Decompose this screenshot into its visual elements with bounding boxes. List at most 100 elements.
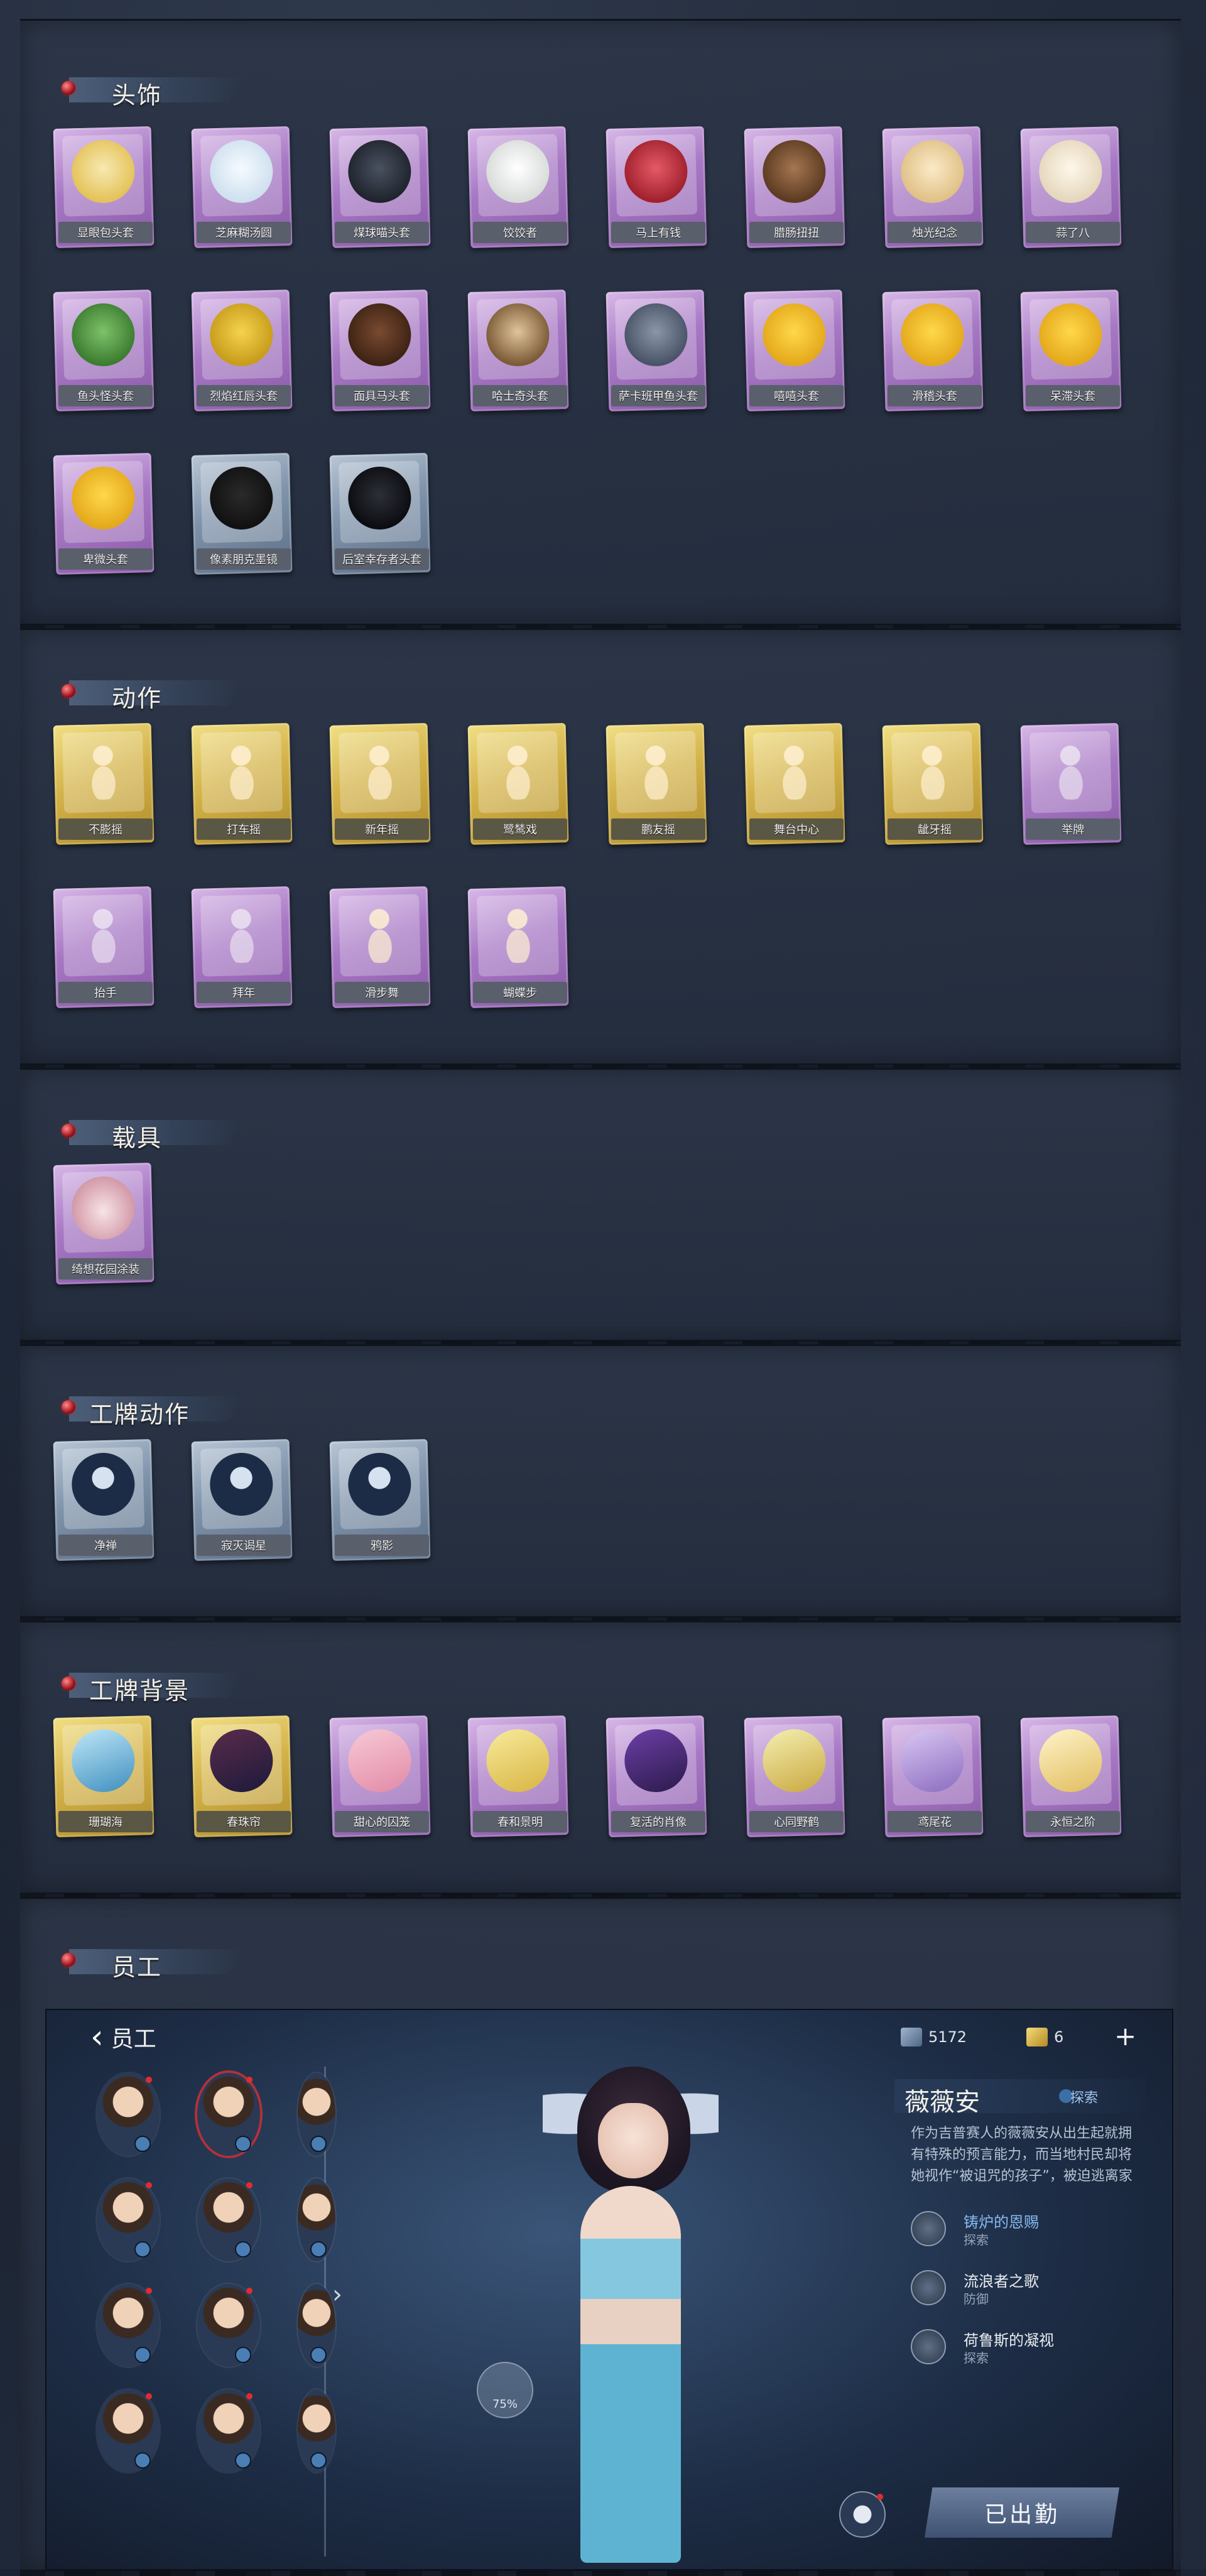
staff-screen: ‹ 员工 › 75% 5172 6 + 薇薇安 探索 作为吉普赛人的薇薇安从出生…	[45, 2009, 1173, 2570]
section-header-badge-actions: 工牌动作	[39, 1390, 242, 1428]
item-label: 龇牙摇	[888, 818, 982, 840]
item-card[interactable]: 鸢尾花	[882, 1715, 984, 1842]
character-name-bar: 薇薇安 探索	[894, 2079, 1146, 2117]
character-avatar[interactable]	[97, 2178, 160, 2261]
trait-badge-icon	[310, 2347, 327, 2363]
item-card[interactable]: 鹏友摇	[606, 722, 708, 850]
gold-ingot-icon	[1026, 2028, 1048, 2046]
trait-item[interactable]: 铸炉的恩赐 探索	[911, 2209, 1137, 2253]
item-card[interactable]: 寂灭谒星	[191, 1438, 293, 1566]
item-card[interactable]: 哈士奇头套	[467, 289, 570, 416]
section-title: 工牌背景	[89, 1677, 190, 1705]
section-header-staff: 员工	[39, 1943, 242, 1981]
item-card[interactable]: 抬手	[53, 886, 155, 1013]
trait-badge-icon	[310, 2452, 327, 2469]
item-card[interactable]: 滑步舞	[329, 886, 432, 1013]
character-model	[486, 2048, 775, 2569]
badge-actions-panel: 工牌动作 净禅 寂灭谒星 鸦影	[20, 1344, 1181, 1622]
section-title: 头饰	[112, 82, 163, 109]
character-avatar[interactable]	[97, 2389, 160, 2472]
item-card[interactable]: 不膨摇	[53, 722, 155, 850]
item-label: 烈焰红唇头套	[197, 385, 291, 406]
item-card[interactable]: 鱼头怪头套	[53, 289, 155, 416]
character-avatar[interactable]	[197, 2284, 260, 2367]
item-card[interactable]: 萨卡班甲鱼头套	[606, 289, 708, 416]
item-card[interactable]: 永恒之阶	[1020, 1715, 1122, 1842]
back-button[interactable]: ‹ 员工	[90, 2021, 204, 2053]
character-avatar[interactable]	[298, 2073, 335, 2156]
item-label: 抬手	[58, 982, 153, 1003]
pose-badge[interactable]: 75%	[477, 2362, 533, 2418]
character-avatar[interactable]	[298, 2178, 335, 2261]
item-card[interactable]: 烛光纪念	[882, 126, 984, 253]
item-card[interactable]: 显眼包头套	[53, 126, 155, 253]
item-label: 呆滞头套	[1026, 385, 1120, 406]
deploy-button[interactable]: 已出勤	[925, 2487, 1119, 2538]
item-card[interactable]: 煤球喵头套	[329, 126, 432, 253]
character-avatar[interactable]	[298, 2284, 335, 2367]
item-card[interactable]: 鸦影	[329, 1438, 432, 1566]
item-card[interactable]: 春和景明	[467, 1715, 570, 1842]
item-label: 烛光纪念	[888, 222, 982, 243]
item-card[interactable]: 面具马头套	[329, 289, 432, 416]
character-body	[580, 2186, 681, 2563]
character-face	[598, 2103, 668, 2178]
item-card[interactable]: 饺饺者	[467, 126, 570, 253]
item-card[interactable]: 舞台中心	[744, 722, 846, 850]
item-card[interactable]: 蒜了八	[1020, 126, 1122, 253]
item-card[interactable]: 蝴蝶步	[467, 886, 570, 1013]
character-avatar[interactable]	[97, 2073, 160, 2156]
trait-item[interactable]: 流浪者之歌 防御	[911, 2268, 1137, 2312]
item-card[interactable]: 滑稽头套	[882, 289, 984, 416]
chevron-right-icon[interactable]: ›	[332, 2280, 342, 2309]
character-avatar[interactable]	[197, 2389, 260, 2472]
notification-dot	[146, 2288, 152, 2294]
item-card[interactable]: 龇牙摇	[882, 722, 984, 850]
gem-icon	[62, 1124, 75, 1138]
item-card[interactable]: 甜心的囚笼	[329, 1715, 432, 1842]
item-label: 滑稽头套	[888, 385, 982, 406]
item-card[interactable]: 芝麻糊汤圆	[191, 126, 293, 253]
character-name: 薇薇安	[905, 2088, 980, 2117]
item-card[interactable]: 拜年	[191, 886, 293, 1013]
item-label: 鱼头怪头套	[58, 385, 153, 406]
item-label: 鸦影	[335, 1535, 429, 1556]
item-card[interactable]: 净禅	[53, 1438, 155, 1566]
item-card[interactable]: 绮想花园涂装	[53, 1162, 155, 1290]
item-card[interactable]: 心同野鹤	[744, 1715, 846, 1842]
item-card[interactable]: 腊肠扭扭	[744, 126, 846, 253]
item-card[interactable]: 像素朋克墨镜	[191, 452, 293, 580]
character-avatar[interactable]	[197, 2178, 260, 2261]
character-avatar[interactable]	[298, 2389, 335, 2472]
item-card[interactable]: 鹭鸶戏	[467, 722, 570, 850]
item-card[interactable]: 嘻嘻头套	[744, 289, 846, 416]
outfit-icon[interactable]	[839, 2491, 886, 2538]
item-card[interactable]: 卑微头套	[53, 452, 155, 580]
item-label: 像素朋克墨镜	[197, 548, 291, 570]
add-currency-button[interactable]: +	[1114, 2023, 1136, 2050]
item-card[interactable]: 马上有钱	[606, 126, 708, 253]
item-card[interactable]: 打车摇	[191, 722, 293, 850]
trait-item[interactable]: 荷鲁斯的凝视 探索	[911, 2327, 1137, 2371]
trait-type: 防御	[964, 2291, 989, 2307]
item-card[interactable]: 举牌	[1020, 722, 1122, 850]
character-avatar[interactable]	[197, 2073, 260, 2156]
item-card[interactable]: 珊瑚海	[53, 1715, 155, 1842]
trait-type: 探索	[964, 2232, 989, 2247]
section-header-vehicles: 载具	[39, 1114, 242, 1152]
item-label: 饺饺者	[473, 222, 567, 243]
item-card[interactable]: 烈焰红唇头套	[191, 289, 293, 416]
notification-dot	[246, 2182, 253, 2188]
item-label: 打车摇	[197, 818, 291, 840]
item-label: 心同野鹤	[749, 1811, 844, 1832]
notification-dot	[246, 2393, 253, 2399]
character-avatar[interactable]	[97, 2284, 160, 2367]
item-card[interactable]: 呆滞头套	[1020, 289, 1122, 416]
gem-icon	[62, 684, 75, 698]
item-card[interactable]: 春珠帘	[191, 1715, 293, 1842]
notification-dot	[246, 2077, 253, 2083]
item-card[interactable]: 后室幸存者头套	[329, 452, 432, 580]
item-card[interactable]: 新年摇	[329, 722, 432, 850]
notification-dot	[146, 2393, 152, 2399]
item-card[interactable]: 复活的肖像	[606, 1715, 708, 1842]
